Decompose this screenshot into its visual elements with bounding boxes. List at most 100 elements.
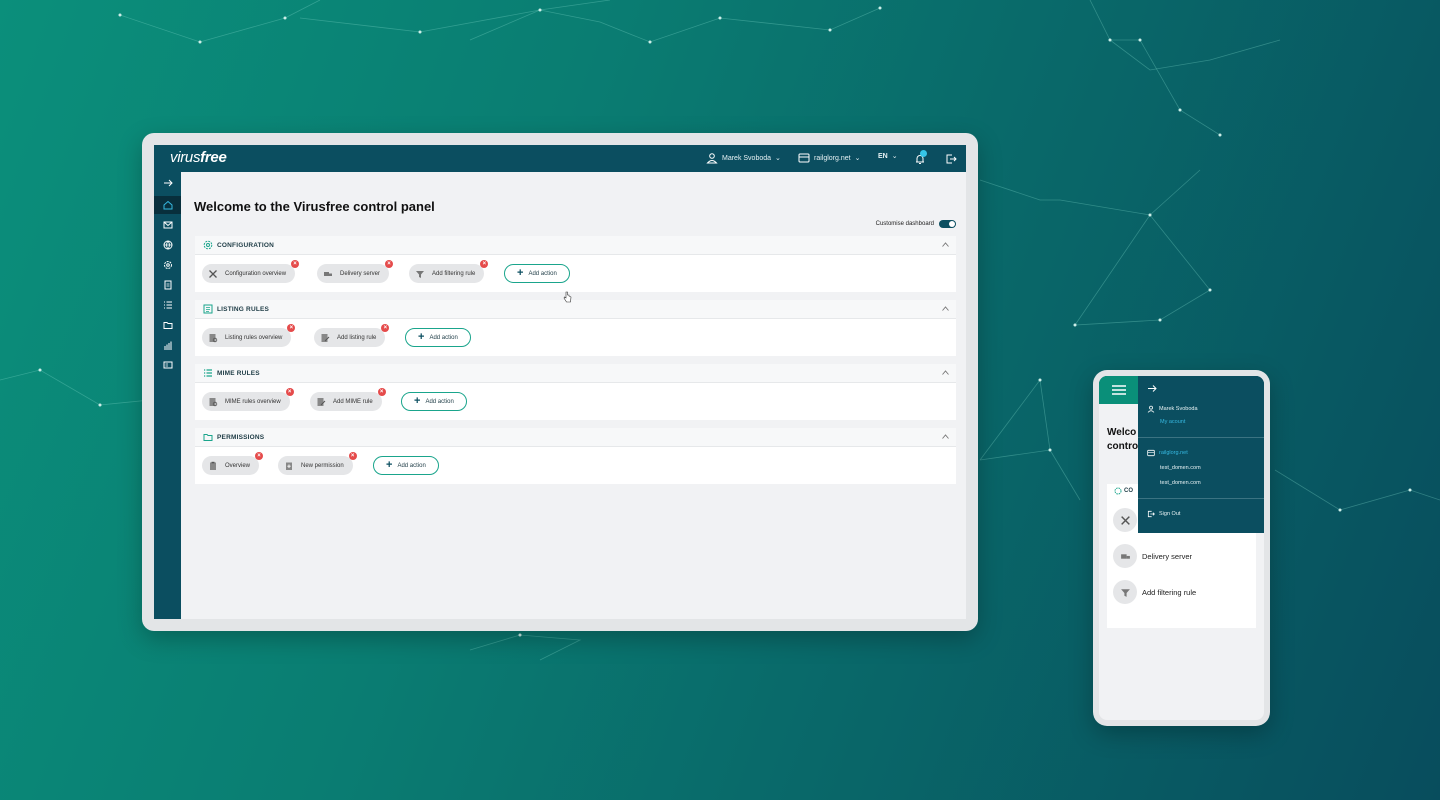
panel-header[interactable]: CONFIGURATION	[195, 236, 956, 255]
remove-icon[interactable]: ×	[255, 452, 264, 460]
chip-label: Configuration overview	[225, 270, 287, 277]
chevron-down-icon: ⌄	[775, 155, 781, 162]
chip-label: MIME rules overview	[225, 398, 281, 405]
chip-label: Add listing rule	[337, 334, 377, 341]
phone-item-delivery-server[interactable]: Delivery server	[1113, 544, 1192, 568]
panel-body: Listing rules overview × Add listing rul…	[195, 319, 956, 356]
user-icon	[706, 153, 718, 164]
remove-icon[interactable]: ×	[285, 388, 294, 396]
add-action-label: Add action	[425, 398, 454, 405]
sidebar-item-home[interactable]	[154, 196, 181, 214]
sidebar-item-folder[interactable]	[154, 316, 181, 334]
panel-header[interactable]: PERMISSIONS	[195, 428, 956, 447]
chevron-down-icon: ⌄	[891, 153, 898, 160]
panel-listing-rules: LISTING RULES Listing rules overview × A…	[195, 300, 956, 356]
sidebar-item-mail[interactable]	[154, 216, 181, 234]
chip-label: Listing rules overview	[225, 334, 283, 341]
phone-item-add-filtering-rule[interactable]: Add filtering rule	[1113, 580, 1196, 604]
action-chip-add-listing-rule[interactable]: Add listing rule ×	[314, 324, 390, 347]
action-chip-listing-rules-overview[interactable]: Listing rules overview ×	[202, 324, 296, 347]
menu-user: Marek Svoboda	[1147, 405, 1198, 413]
add-action-button[interactable]: + Add action	[405, 328, 471, 347]
panel-permissions: PERMISSIONS Overview × New permission × …	[195, 428, 956, 484]
sidebar-item-settings[interactable]	[154, 256, 181, 274]
chevron-up-icon[interactable]	[942, 370, 949, 375]
gear-icon	[163, 261, 172, 269]
expand-sidebar-button[interactable]	[154, 174, 181, 192]
sidebar-item-globe[interactable]	[154, 236, 181, 254]
globe-icon	[163, 240, 172, 250]
panel-body: Overview × New permission × + Add action	[195, 447, 956, 484]
menu-divider	[1138, 437, 1264, 438]
my-account-link[interactable]: My acount	[1160, 419, 1185, 425]
action-chip-overview[interactable]: Overview ×	[202, 452, 264, 475]
user-icon	[1147, 405, 1155, 413]
phone-card-header: CO	[1124, 488, 1133, 494]
filter-icon	[416, 270, 424, 278]
add-action-button[interactable]: + Add action	[504, 264, 570, 283]
phone-page-title: Welco contro	[1107, 426, 1138, 454]
action-chip-delivery-server[interactable]: Delivery server ×	[317, 260, 394, 283]
action-chip-configuration-overview[interactable]: Configuration overview ×	[202, 260, 300, 283]
logout-icon[interactable]	[945, 153, 957, 165]
truck-icon	[324, 271, 332, 276]
folder-icon	[203, 434, 213, 441]
menu-domain-option[interactable]: test_domen.com	[1160, 480, 1201, 486]
sidebar-item-stats[interactable]	[154, 336, 181, 354]
virusfree-logo[interactable]: virusfree	[170, 149, 227, 166]
menu-divider	[1138, 498, 1264, 499]
remove-icon[interactable]: ×	[385, 260, 394, 268]
action-chip-new-permission[interactable]: New permission ×	[278, 452, 357, 475]
chevron-up-icon[interactable]	[942, 242, 949, 247]
action-chip-add-mime-rule[interactable]: Add MIME rule ×	[310, 388, 386, 411]
phone-dropdown-menu: Marek Svoboda My acount railglorg.net te…	[1138, 376, 1264, 533]
arrow-right-icon	[163, 179, 173, 187]
add-action-label: Add action	[528, 270, 557, 277]
arrow-right-icon[interactable]	[1147, 384, 1157, 393]
sidebar-item-list[interactable]	[154, 296, 181, 314]
customise-label: Customise dashboard	[875, 221, 934, 227]
add-action-label: Add action	[429, 334, 458, 341]
panel-configuration: CONFIGURATION Configuration overview × D…	[195, 236, 956, 292]
remove-icon[interactable]: ×	[291, 260, 300, 268]
sidebar-item-documents[interactable]	[154, 276, 181, 294]
add-action-label: Add action	[397, 462, 426, 469]
remove-icon[interactable]: ×	[381, 324, 390, 332]
action-chip-mime-rules-overview[interactable]: MIME rules overview ×	[202, 388, 294, 411]
domain-selector[interactable]: railglorg.net ⌄	[798, 152, 860, 164]
panel-header[interactable]: MIME RULES	[195, 364, 956, 383]
language-selector[interactable]: EN ⌄	[878, 152, 898, 161]
hamburger-menu-button[interactable]	[1099, 376, 1138, 404]
plus-icon: +	[386, 459, 393, 471]
chevron-up-icon[interactable]	[942, 306, 949, 311]
sidebar-item-id-card[interactable]	[154, 356, 181, 374]
phone-item-configuration-overview[interactable]	[1113, 508, 1137, 532]
menu-icon	[1111, 385, 1126, 395]
menu-domain-active[interactable]: railglorg.net	[1147, 449, 1188, 457]
user-menu[interactable]: Marek Svoboda ⌄	[706, 152, 781, 164]
logo-prefix: virus	[170, 149, 201, 166]
gear-icon	[1114, 487, 1122, 495]
chevron-up-icon[interactable]	[942, 434, 949, 439]
desktop-monitor: virusfree Marek Svoboda ⌄ railglorg.net …	[142, 133, 978, 631]
panel-mime-rules: MIME RULES MIME rules overview × Add MIM…	[195, 364, 956, 420]
remove-icon[interactable]: ×	[348, 452, 357, 460]
add-action-button[interactable]: + Add action	[373, 456, 439, 475]
remove-icon[interactable]: ×	[377, 388, 386, 396]
plus-icon: +	[418, 331, 425, 343]
remove-icon[interactable]: ×	[480, 260, 489, 268]
listing-icon	[203, 304, 213, 314]
panel-body: Configuration overview × Delivery server…	[195, 255, 956, 292]
panel-header[interactable]: LISTING RULES	[195, 300, 956, 319]
sidebar	[154, 172, 181, 619]
customise-toggle[interactable]	[939, 220, 956, 228]
add-action-button[interactable]: + Add action	[401, 392, 467, 411]
action-chip-add-filtering-rule[interactable]: Add filtering rule ×	[409, 260, 489, 283]
chevron-down-icon: ⌄	[854, 155, 861, 162]
sign-out-button[interactable]: Sign Out	[1147, 510, 1180, 518]
remove-icon[interactable]: ×	[287, 324, 296, 332]
menu-domain-option[interactable]: test_domen.com	[1160, 465, 1201, 471]
plus-icon: +	[414, 395, 421, 407]
domain-name: railglorg.net	[814, 154, 851, 162]
truck-icon	[1113, 544, 1137, 568]
